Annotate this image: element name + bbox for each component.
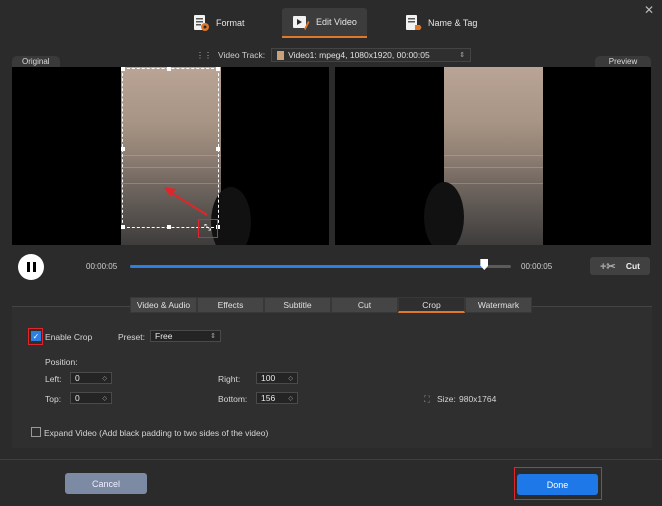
preset-select[interactable]: Free ⇕ xyxy=(150,330,221,342)
preview-video-frame xyxy=(424,67,543,245)
preset-label: Preset: xyxy=(118,332,145,342)
cut-button-label: Cut xyxy=(625,261,640,271)
expand-video-checkbox[interactable] xyxy=(31,427,41,437)
edit-video-icon xyxy=(293,16,310,30)
size-value: 980x1764 xyxy=(459,394,497,404)
crop-handle[interactable] xyxy=(216,147,220,151)
enable-crop-label: Enable Crop xyxy=(45,332,93,342)
name-tag-icon xyxy=(406,15,422,30)
crop-handle[interactable] xyxy=(121,147,125,151)
enable-crop-checkbox[interactable]: ✓ xyxy=(31,331,41,341)
subtab-cut[interactable]: Cut xyxy=(331,297,398,313)
tab-edit-video-label: Edit Video xyxy=(316,17,357,27)
video-track-row: ⋮⋮ Video Track: Video1: mpeg4, 1080x1920… xyxy=(196,48,472,62)
pause-button[interactable] xyxy=(18,254,44,280)
subtab-effects[interactable]: Effects xyxy=(197,297,264,313)
edit-subtabs: Video & Audio Effects Subtitle Cut Crop … xyxy=(130,297,532,313)
preview-pane xyxy=(335,67,651,245)
aspect-ratio-icon: ⛶ xyxy=(424,394,430,404)
left-value: 0 xyxy=(75,373,80,383)
crop-handle[interactable] xyxy=(167,67,171,71)
format-icon xyxy=(194,15,209,31)
chevron-updown-icon: ⇕ xyxy=(210,333,216,340)
timeline-progress xyxy=(130,265,485,268)
video-track-value: Video1: mpeg4, 1080x1920, 00:00:05 xyxy=(288,50,430,60)
tab-format-label: Format xyxy=(216,18,245,28)
video-track-icon: ⋮⋮ xyxy=(196,50,212,60)
right-input[interactable]: 100 ◇ xyxy=(256,372,298,384)
total-time: 00:00:05 xyxy=(521,262,553,271)
scissors-icon: +✂ xyxy=(600,260,616,273)
crop-handle[interactable] xyxy=(121,225,125,229)
cancel-button[interactable]: Cancel xyxy=(65,473,147,494)
stepper-icon[interactable]: ◇ xyxy=(102,375,107,382)
timeline-slider[interactable] xyxy=(130,259,511,270)
bottom-value: 156 xyxy=(261,393,276,403)
stepper-icon[interactable]: ◇ xyxy=(288,395,293,402)
subtab-video-audio[interactable]: Video & Audio xyxy=(130,297,197,313)
done-button[interactable]: Done xyxy=(517,474,598,495)
tab-name-tag-label: Name & Tag xyxy=(428,18,478,28)
left-input[interactable]: 0 ◇ xyxy=(70,372,112,384)
timeline-thumb[interactable] xyxy=(480,259,489,270)
video-track-select[interactable]: Video1: mpeg4, 1080x1920, 00:00:05 ⇕ xyxy=(271,48,472,62)
subtab-watermark[interactable]: Watermark xyxy=(465,297,532,313)
position-label: Position: xyxy=(45,357,78,367)
tab-format[interactable]: Format xyxy=(182,8,255,38)
stepper-icon[interactable]: ◇ xyxy=(288,375,293,382)
checkmark-icon: ✓ xyxy=(32,331,40,341)
size-label: Size: xyxy=(437,394,456,404)
original-pane: ⤡ xyxy=(12,67,329,245)
tab-name-tag[interactable]: Name & Tag xyxy=(394,8,487,38)
current-time: 00:00:05 xyxy=(86,262,118,271)
expand-video-label: Expand Video (Add black padding to two s… xyxy=(44,428,269,438)
cut-button[interactable]: +✂ Cut xyxy=(590,257,650,275)
video-track-label: Video Track: xyxy=(218,50,266,60)
resize-arrows-icon[interactable]: ⤡ xyxy=(204,222,211,233)
top-tab-bar: Format Edit Video Name & Tag ✕ xyxy=(0,0,662,42)
subtab-crop[interactable]: Crop xyxy=(398,297,465,313)
stepper-icon[interactable]: ◇ xyxy=(102,395,107,402)
top-label: Top: xyxy=(45,394,62,404)
top-value: 0 xyxy=(75,393,80,403)
left-label: Left: xyxy=(45,374,62,384)
close-icon[interactable]: ✕ xyxy=(644,3,654,17)
pause-icon xyxy=(26,262,30,272)
crop-handle[interactable] xyxy=(167,225,171,229)
crop-handle[interactable] xyxy=(216,67,220,71)
bottom-label: Bottom: xyxy=(218,394,248,404)
preset-value: Free xyxy=(155,331,173,341)
red-arrow-annotation xyxy=(164,187,208,216)
video-thumbnail-icon xyxy=(277,50,285,60)
top-input[interactable]: 0 ◇ xyxy=(70,392,112,404)
subtab-subtitle[interactable]: Subtitle xyxy=(264,297,331,313)
bottom-input[interactable]: 156 ◇ xyxy=(256,392,298,404)
chevron-updown-icon: ⇕ xyxy=(459,52,466,59)
crop-handle[interactable] xyxy=(121,67,125,71)
right-label: Right: xyxy=(218,374,241,384)
right-value: 100 xyxy=(261,373,276,383)
tab-edit-video[interactable]: Edit Video xyxy=(282,8,367,38)
